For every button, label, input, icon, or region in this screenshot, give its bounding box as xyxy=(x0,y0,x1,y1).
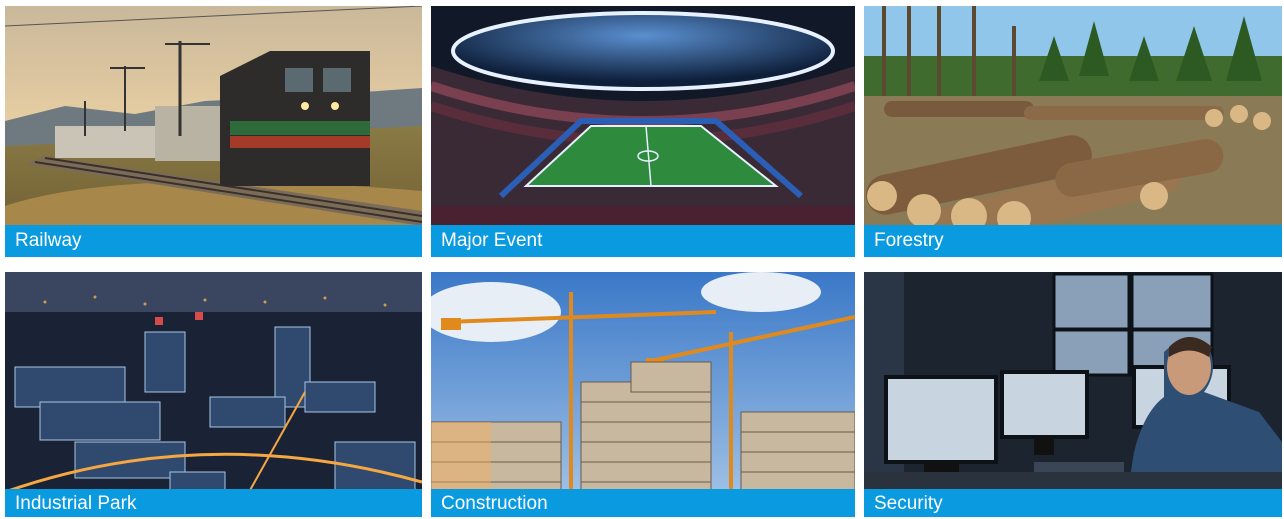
tile-caption: Forestry xyxy=(864,225,1282,257)
railway-image xyxy=(5,6,422,257)
tile-caption: Construction xyxy=(431,489,855,517)
forestry-image xyxy=(864,6,1282,257)
security-image xyxy=(864,272,1282,517)
tile-major-event[interactable]: Major Event xyxy=(431,6,855,257)
application-scenarios-grid: Railway Major Event Forestry Industrial … xyxy=(5,6,1282,517)
tile-forestry[interactable]: Forestry xyxy=(864,6,1282,257)
construction-image xyxy=(431,272,855,517)
tile-construction[interactable]: Construction xyxy=(431,272,855,517)
tile-railway[interactable]: Railway xyxy=(5,6,422,257)
industrial-park-image xyxy=(5,272,422,517)
major-event-image xyxy=(431,6,855,257)
tile-caption: Railway xyxy=(5,225,422,257)
tile-security[interactable]: Security xyxy=(864,272,1282,517)
tile-caption: Industrial Park xyxy=(5,489,422,517)
tile-caption: Security xyxy=(864,489,1282,517)
tile-caption: Major Event xyxy=(431,225,855,257)
tile-industrial-park[interactable]: Industrial Park xyxy=(5,272,422,517)
